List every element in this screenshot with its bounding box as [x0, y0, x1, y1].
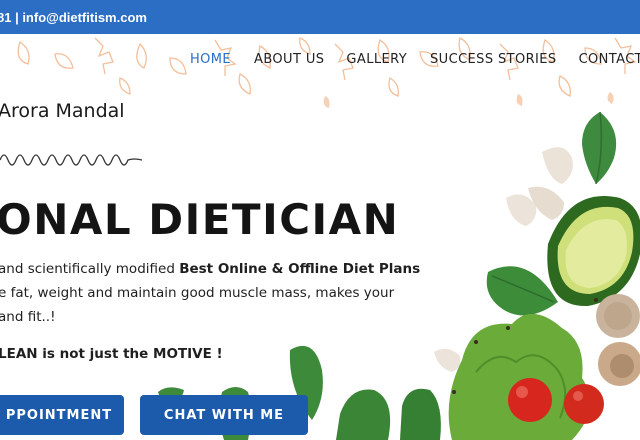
- garlic-clove: [506, 194, 537, 226]
- avocado: [547, 195, 640, 307]
- nav-gallery[interactable]: GALLERY: [346, 52, 407, 72]
- spinach-leaf: [486, 266, 558, 316]
- nav-home[interactable]: HOME: [190, 52, 231, 72]
- leaf-decoration: [136, 42, 147, 69]
- cherry-tomato: [564, 384, 604, 424]
- top-contact-bar: 81 | info@dietfitism.com: [0, 0, 640, 34]
- main-navigation: HOME ABOUT US GALLERY SUCCESS STORIES CO…: [190, 52, 640, 72]
- description-line-2: e fat, weight and maintain good muscle m…: [0, 285, 395, 301]
- leaf-decoration: [119, 77, 131, 95]
- leaf-decoration: [607, 92, 614, 104]
- leaf-decoration: [17, 40, 30, 65]
- garlic-clove: [434, 348, 461, 372]
- lettuce: [448, 313, 590, 440]
- leaf-decoration: [238, 73, 251, 95]
- nav-about-us[interactable]: ABOUT US: [254, 52, 324, 72]
- mushroom: [598, 342, 640, 386]
- dietician-name: Arora Mandal: [0, 100, 125, 122]
- spinach-leaf: [400, 388, 441, 440]
- cherry-tomato: [508, 378, 552, 422]
- chat-with-me-button[interactable]: CHAT WITH ME: [140, 395, 308, 435]
- mushroom: [596, 294, 640, 338]
- spinach-leaf: [336, 389, 391, 440]
- leaf-decoration: [169, 57, 187, 75]
- description-highlight: Best Online & Offline Diet Plans: [179, 261, 421, 277]
- leaf-decoration: [323, 96, 330, 108]
- leaf-decoration: [54, 53, 74, 69]
- leaf-pattern-banner: [17, 37, 637, 108]
- nav-success-stories[interactable]: SUCCESS STORIES: [430, 52, 557, 72]
- spinach-leaf: [582, 112, 617, 184]
- hero-title: ONAL DIETICIAN: [0, 195, 400, 244]
- leaf-decoration: [388, 77, 399, 97]
- description-text: and scientifically modified: [0, 261, 180, 277]
- book-appointment-button[interactable]: PPOINTMENT: [0, 395, 124, 435]
- garlic-clove: [542, 147, 573, 184]
- motive-text: LEAN is not just the MOTIVE !: [0, 346, 223, 362]
- leaf-decoration: [94, 37, 114, 75]
- leaf-decoration: [516, 94, 523, 106]
- description-line-1: and scientifically modified Best Online …: [0, 261, 420, 277]
- contact-info: 81 | info@dietfitism.com: [0, 9, 147, 25]
- description-line-3: and fit..!: [0, 309, 56, 325]
- leaf-decoration: [558, 75, 571, 97]
- nav-contact-us[interactable]: CONTACT US: [579, 52, 640, 72]
- garlic-clove: [528, 186, 564, 220]
- squiggle-divider: [0, 154, 142, 166]
